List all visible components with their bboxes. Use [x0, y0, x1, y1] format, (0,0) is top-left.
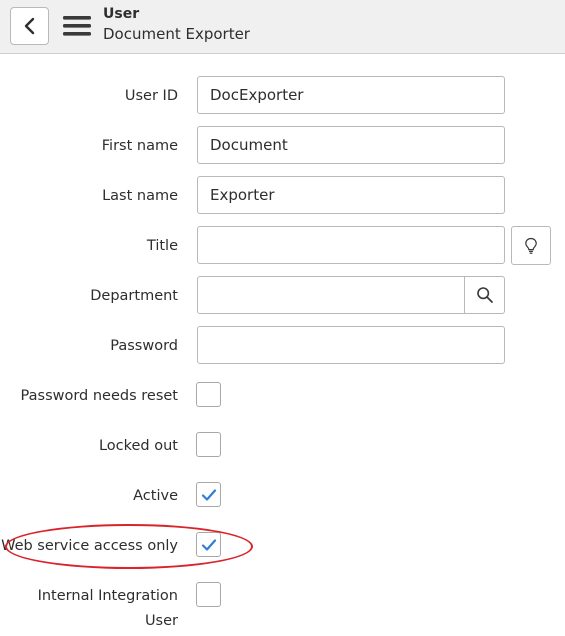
form-header: User Document Exporter: [0, 0, 565, 54]
back-button[interactable]: [10, 7, 49, 45]
user-id-field[interactable]: DocExporter: [197, 76, 505, 114]
chevron-left-icon: [24, 17, 34, 35]
internal-integration-user-checkbox[interactable]: [196, 582, 221, 607]
checkmark-icon: [201, 488, 216, 501]
internal-integration-user-label-line1: Internal Integration: [37, 588, 178, 604]
active-checkbox[interactable]: [196, 482, 221, 507]
active-label: Active: [133, 488, 178, 504]
locked-out-label: Locked out: [98, 438, 178, 454]
password-needs-reset-checkbox[interactable]: [196, 382, 221, 407]
title-label: Title: [146, 238, 178, 254]
last-name-field[interactable]: Exporter: [197, 176, 505, 214]
password-label: Password: [110, 338, 178, 354]
record-name-subtitle: Document Exporter: [103, 25, 250, 43]
password-field[interactable]: [197, 326, 505, 364]
lightbulb-icon: [525, 237, 537, 254]
highlight-annotation-oval: [5, 524, 253, 569]
first-name-label: First name: [101, 138, 178, 154]
hamburger-menu-icon[interactable]: [63, 15, 91, 37]
department-lookup-button[interactable]: [464, 276, 505, 314]
search-icon: [476, 287, 493, 303]
internal-integration-user-label: Internal Integration User: [38, 586, 178, 631]
title-suggestion-button[interactable]: [511, 226, 551, 265]
title-field[interactable]: [197, 226, 505, 264]
first-name-field[interactable]: Document: [197, 126, 505, 164]
password-needs-reset-label: Password needs reset: [20, 388, 178, 404]
record-type-title: User: [103, 6, 140, 22]
department-label: Department: [90, 288, 178, 304]
last-name-label: Last name: [102, 188, 178, 204]
user-id-label: User ID: [124, 88, 178, 104]
department-field[interactable]: [197, 276, 465, 314]
locked-out-checkbox[interactable]: [196, 432, 221, 457]
internal-integration-user-label-line2: User: [144, 613, 178, 629]
